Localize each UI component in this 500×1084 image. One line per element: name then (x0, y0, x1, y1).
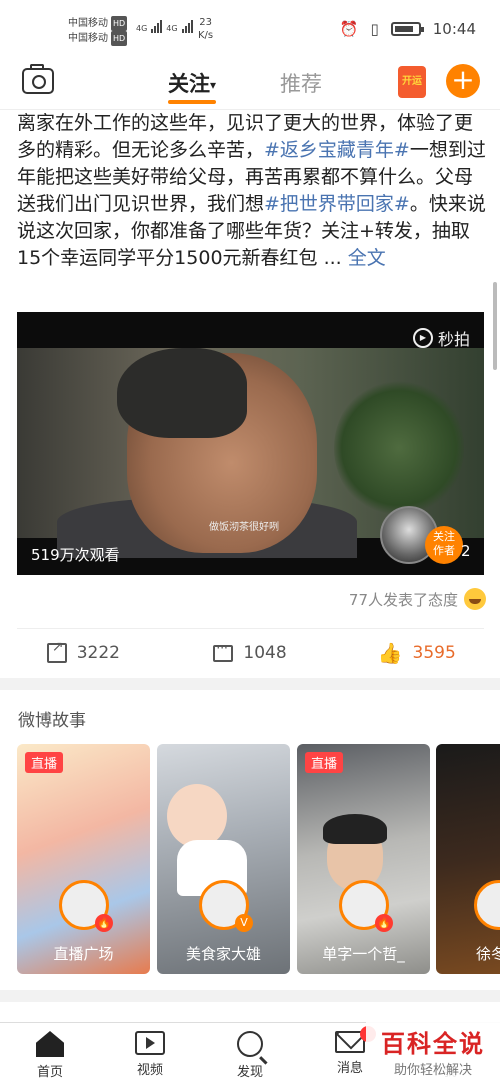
watermark: 百科全说 助你轻松解决 (366, 1022, 500, 1078)
add-post-button[interactable]: + (446, 64, 480, 98)
watermark-subtitle: 助你轻松解决 (393, 1063, 472, 1078)
video-subtitle: 做饭沏茶很好咧 (209, 522, 279, 533)
hd-badge: HD (111, 16, 128, 31)
alarm-icon: ⏰ (339, 20, 359, 38)
post-text: 离家在外工作的这些年，见识了更大的世界，体验了更多的精彩。但无论多么辛苦，#返乡… (17, 110, 487, 272)
watermark-title: 百科全说 (381, 1030, 485, 1058)
nav-messages-label: 消息 (336, 1061, 363, 1076)
carrier-info: 中国移动 HD 中国移动 HD (68, 16, 128, 46)
scrollbar[interactable] (493, 282, 497, 370)
feed-post: 离家在外工作的这些年，见识了更大的世界，体验了更多的精彩。但无论多么辛苦，#返乡… (0, 110, 500, 678)
weibo-stories: 微博故事 直播 🔥 直播广场 V 美食家大雄 直播 🔥 单字一个哲_ 徐冬 (0, 690, 500, 990)
story-photo (323, 814, 387, 844)
hd-badge: HD (111, 31, 128, 46)
reactions-text: 77人发表了态度 (348, 590, 458, 609)
miaopai-label: 秒拍 (437, 330, 470, 349)
carrier-2: 中国移动 (68, 33, 108, 44)
nav-home-label: 首页 (36, 1065, 63, 1080)
video-person-hair (117, 348, 247, 438)
live-badge: 直播 (305, 752, 344, 773)
share-icon (46, 639, 67, 663)
share-count: 3222 (76, 643, 120, 663)
like-count: 3595 (412, 643, 456, 663)
post-actions: 3222 1048 👍 3595 (0, 638, 500, 668)
speed-value: 23 (199, 17, 212, 28)
like-button[interactable]: 👍 3595 (333, 638, 500, 668)
tab-recommend[interactable]: 推荐 (280, 68, 322, 98)
top-nav: 关注▾ 推荐 开运 + (0, 58, 500, 110)
status-right: ⏰ ▯ 10:44 (340, 20, 476, 38)
tab-follow[interactable]: 关注▾ (168, 68, 216, 98)
video-icon (135, 1031, 165, 1055)
nav-discover-label: 发现 (236, 1065, 263, 1080)
comment-icon (213, 641, 234, 662)
hashtag-link[interactable]: #返乡宝藏青年# (264, 139, 410, 161)
follow-author-button[interactable]: 关注 作者 (425, 526, 463, 564)
nav-video-label: 视频 (136, 1063, 163, 1078)
follow-author-line2: 作者 (433, 544, 455, 557)
caret-down-icon: ▾ (210, 78, 217, 92)
story-name: 美食家大雄 (185, 945, 261, 963)
network-speed: 23 K/s (198, 16, 213, 42)
search-icon (237, 1031, 263, 1057)
miaopai-logo: ▶ 秒拍 (412, 326, 470, 350)
avatar (474, 880, 500, 930)
reactions-summary[interactable]: 77人发表了态度 (349, 588, 486, 610)
vibrate-icon: ▯ (370, 20, 379, 38)
fire-icon: 🔥 (375, 914, 393, 932)
follow-author-line1: 关注 (433, 530, 455, 543)
network-type: 4G (166, 24, 178, 33)
share-button[interactable]: 3222 (0, 638, 167, 668)
status-bar: 中国移动 HD 中国移动 HD 4G 4G 23 K/s ⏰ ▯ 10:44 (0, 0, 500, 58)
network-type: 4G (136, 24, 148, 33)
fire-icon: 🔥 (95, 914, 113, 932)
story-photo (167, 784, 227, 848)
battery-icon (390, 22, 424, 36)
active-tab-indicator (168, 100, 216, 104)
comment-button[interactable]: 1048 (167, 638, 334, 668)
camera-icon[interactable] (22, 64, 54, 94)
story-card[interactable]: 直播 🔥 直播广场 (17, 744, 150, 974)
read-more-link[interactable]: 全文 (348, 247, 386, 269)
divider (17, 628, 484, 629)
carrier-1: 中国移动 (68, 18, 108, 29)
story-name: 徐冬 (476, 945, 500, 963)
live-badge: 直播 (25, 752, 64, 773)
nav-home[interactable]: 首页 (0, 1023, 100, 1084)
author-count: 2 (461, 542, 471, 560)
verified-icon: V (235, 914, 253, 932)
speed-unit: K/s (198, 30, 214, 41)
signal-icon: 4G 4G (136, 20, 193, 33)
video-views: 519万次观看 (31, 546, 120, 564)
miaopai-icon: ▶ (412, 328, 433, 348)
story-card[interactable]: 徐冬 (436, 744, 500, 974)
comment-count: 1048 (243, 643, 287, 663)
thumbs-up-icon: 👍 (377, 641, 403, 665)
nav-discover[interactable]: 发现 (200, 1023, 300, 1084)
hashtag-link[interactable]: #把世界带回家# (264, 193, 410, 215)
redpacket-icon[interactable]: 开运 (398, 66, 426, 98)
story-card[interactable]: 直播 🔥 单字一个哲_ (297, 744, 430, 974)
story-name: 直播广场 (53, 945, 114, 963)
stories-title: 微博故事 (18, 711, 86, 731)
smile-emoji-icon (464, 588, 486, 610)
video-player[interactable]: 做饭沏茶很好咧 ▶ 秒拍 519万次观看 关注 作者 2 (17, 312, 484, 575)
tab-follow-label: 关注 (168, 72, 210, 96)
story-card[interactable]: V 美食家大雄 (157, 744, 290, 974)
video-background (334, 378, 464, 518)
nav-video[interactable]: 视频 (100, 1023, 200, 1084)
clock: 10:44 (432, 20, 476, 38)
story-name: 单字一个哲_ (322, 945, 405, 963)
home-icon (36, 1031, 64, 1057)
